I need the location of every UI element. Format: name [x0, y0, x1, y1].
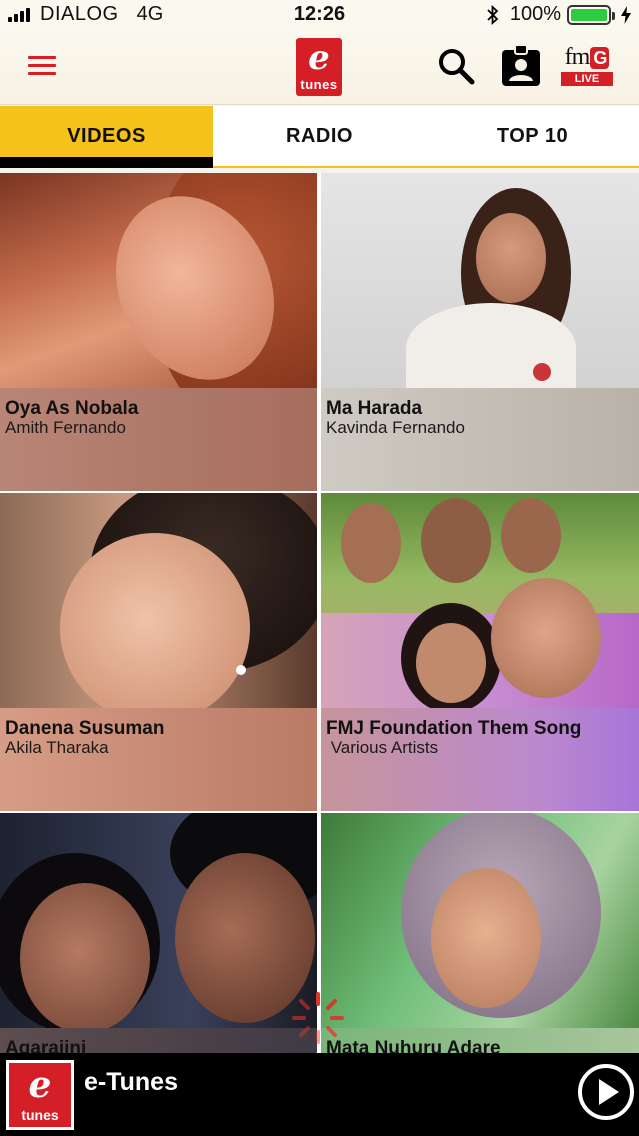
video-thumbnail: [321, 813, 639, 1028]
video-title: Danena Susuman: [5, 718, 165, 739]
play-icon[interactable]: [576, 1062, 636, 1122]
video-thumbnail: [0, 173, 317, 433]
video-title: Agaraiini: [5, 1038, 87, 1053]
video-card[interactable]: Ma Harada Kavinda Fernando: [321, 173, 639, 491]
video-card[interactable]: Agaraiini: [0, 813, 317, 1053]
tab-videos[interactable]: VIDEOS: [0, 106, 213, 168]
logo-text: tunes: [300, 77, 338, 92]
battery-fill: [571, 8, 607, 21]
video-info: Agaraiini: [0, 1028, 317, 1053]
menu-icon[interactable]: [28, 56, 56, 78]
status-bar: DIALOG 4G 12:26 100%: [0, 0, 639, 28]
video-info: Ma Harada Kavinda Fernando: [321, 388, 639, 491]
video-artist: Kavinda Fernando: [326, 418, 465, 437]
video-thumbnail: [321, 493, 639, 713]
video-info: Danena Susuman Akila Tharaka: [0, 708, 317, 811]
battery-percentage: 100%: [509, 3, 561, 25]
video-title: Oya As Nobala: [5, 398, 139, 419]
video-title: Ma Harada: [326, 398, 423, 419]
mini-player[interactable]: e tunes e-Tunes: [0, 1053, 639, 1136]
search-icon[interactable]: [436, 46, 476, 86]
player-logo-text: tunes: [21, 1107, 59, 1123]
player-title: e-Tunes: [84, 1068, 178, 1096]
charging-icon: [621, 5, 631, 24]
fm-live-button[interactable]: fm G LIVE: [561, 44, 613, 94]
etunes-logo[interactable]: e tunes: [296, 38, 342, 96]
tab-top-10[interactable]: TOP 10: [426, 106, 639, 166]
video-card[interactable]: Danena Susuman Akila Tharaka: [0, 493, 317, 811]
video-thumbnail: [321, 173, 639, 393]
contact-badge-icon[interactable]: [500, 44, 542, 88]
video-title: Mata Nuhuru Adare: [326, 1038, 501, 1053]
live-badge: LIVE: [561, 72, 613, 86]
video-thumbnail: [0, 813, 317, 1033]
video-artist: Amith Fernando: [5, 418, 126, 437]
video-thumbnail: [0, 493, 317, 723]
tab-bar: VIDEOS RADIO TOP 10: [0, 106, 639, 168]
player-logo-letter: e: [28, 1064, 52, 1106]
tab-radio[interactable]: RADIO: [213, 106, 426, 166]
video-artist: Akila Tharaka: [5, 738, 109, 757]
logo-letter: e: [308, 38, 330, 78]
player-logo: e tunes: [6, 1060, 74, 1130]
video-info: Oya As Nobala Amith Fernando: [0, 388, 317, 491]
video-artist: Various Artists: [326, 738, 439, 757]
video-card[interactable]: Oya As Nobala Amith Fernando: [0, 173, 317, 491]
video-card[interactable]: Mata Nuhuru Adare: [321, 813, 639, 1053]
video-grid: Oya As Nobala Amith Fernando Ma Harada K…: [0, 173, 639, 1053]
video-info: Mata Nuhuru Adare: [321, 1028, 639, 1053]
status-right: 100%: [486, 3, 631, 26]
video-info: FMJ Foundation Them Song Various Artists: [321, 708, 639, 811]
loading-spinner-icon: [292, 992, 344, 1044]
video-card[interactable]: FMJ Foundation Them Song Various Artists: [321, 493, 639, 811]
video-title: FMJ Foundation Them Song: [326, 718, 582, 739]
battery-icon: [567, 4, 615, 25]
fm-logo: fm G: [561, 44, 613, 70]
bluetooth-icon: [487, 4, 499, 25]
app-header: e tunes fm G LIVE: [0, 28, 639, 105]
